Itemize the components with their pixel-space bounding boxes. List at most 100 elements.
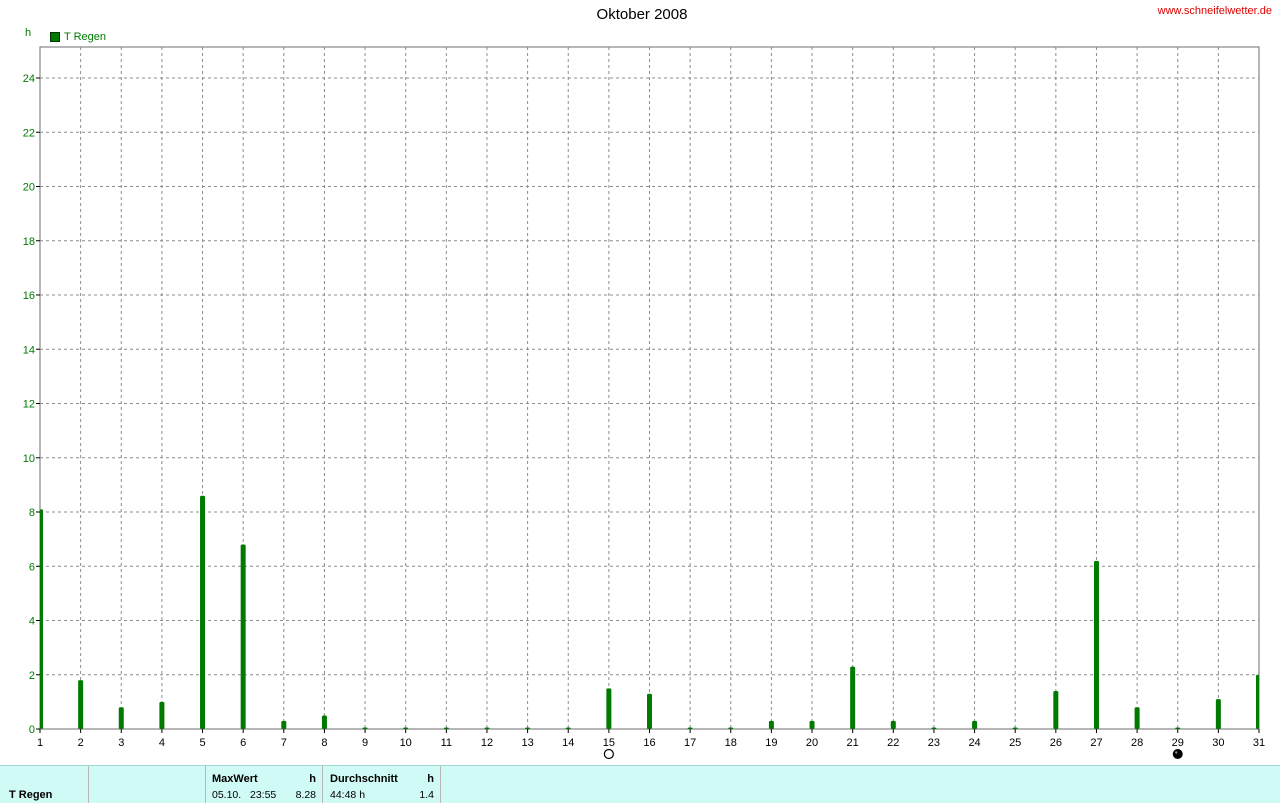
moon-phase-markers <box>603 748 1183 760</box>
x-tick-label: 7 <box>281 737 287 749</box>
avg-header: Durchschnitt <box>330 773 398 785</box>
x-tick-label: 29 <box>1172 737 1184 749</box>
max-unit: h <box>309 773 316 785</box>
y-tick-label: 16 <box>23 290 35 302</box>
bar-day-16 <box>647 693 652 729</box>
x-tick-label: 28 <box>1131 737 1143 749</box>
avg-total: 44:48 h <box>330 789 366 801</box>
avg-unit: h <box>427 773 434 785</box>
bar-day-17 <box>687 727 693 729</box>
bar-day-26 <box>1053 691 1059 729</box>
x-tick-label: 27 <box>1090 737 1102 749</box>
site-link[interactable]: www.schneifelwetter.de <box>1158 5 1272 17</box>
x-axis-ticks: 1 2 3 4 5 6 7 8 9 10 11 12 13 14 15 16 17 18 19 20 21 22 23 24 2… <box>37 729 1265 749</box>
x-tick-label: 11 <box>441 737 452 749</box>
bar-day-12 <box>484 727 490 729</box>
y-tick-label: 20 <box>23 182 35 194</box>
x-tick-label: 15 <box>603 737 615 749</box>
x-tick-label: 4 <box>159 737 165 749</box>
bar-day-29 <box>1175 727 1181 729</box>
bar-day-2 <box>78 680 84 729</box>
x-tick-label: 5 <box>199 737 205 749</box>
moon-disc <box>1172 749 1183 759</box>
bar-day-7 <box>281 720 287 729</box>
y-axis-unit-label: h <box>25 27 32 39</box>
bar-day-4 <box>159 701 165 729</box>
x-tick-label: 24 <box>968 737 980 749</box>
max-date: 05.10. <box>212 789 242 801</box>
moon-outline <box>603 748 614 760</box>
bar-day-22 <box>890 720 896 729</box>
chart-title: Oktober 2008 <box>596 6 688 23</box>
bar-day-3 <box>118 707 124 729</box>
bar-day-8 <box>321 715 327 729</box>
x-tick-label: 2 <box>78 737 84 749</box>
stats-cell-series: T Regen <box>0 766 89 803</box>
full-moon-icon <box>603 748 614 760</box>
x-tick-label: 18 <box>725 737 737 749</box>
stats-cell-max: MaxWert h 05.10. 23:55 8.28 <box>206 766 323 803</box>
bar-day-24 <box>972 720 978 729</box>
x-tick-label: 17 <box>684 737 696 749</box>
y-tick-label: 2 <box>29 670 35 682</box>
y-tick-label: 22 <box>23 127 35 139</box>
x-tick-label: 25 <box>1009 737 1021 749</box>
x-tick-label: 20 <box>806 737 818 749</box>
y-tick-label: 8 <box>29 507 35 519</box>
y-tick-label: 24 <box>23 73 35 85</box>
x-tick-label: 19 <box>765 737 777 749</box>
x-tick-label: 21 <box>847 737 859 749</box>
x-tick-label: 31 <box>1253 737 1265 749</box>
y-tick-label: 4 <box>29 616 35 628</box>
bar-day-9 <box>362 727 368 729</box>
x-tick-label: 1 <box>37 737 43 749</box>
x-tick-label: 3 <box>118 737 124 749</box>
x-tick-label: 9 <box>362 737 368 749</box>
legend-swatch <box>50 32 60 42</box>
bar-day-25 <box>1012 727 1018 729</box>
x-tick-label: 23 <box>928 737 940 749</box>
x-tick-label: 13 <box>521 737 533 749</box>
stats-panel: T Regen MaxWert h 05.10. 23:55 8.28 Durc… <box>0 765 1280 803</box>
bar-day-21 <box>850 666 856 729</box>
legend: T Regen <box>50 31 106 43</box>
y-tick-label: 12 <box>23 399 35 411</box>
x-tick-label: 6 <box>240 737 246 749</box>
bar-day-6 <box>240 544 246 729</box>
bar-day-10 <box>403 727 409 729</box>
y-tick-label: 0 <box>29 724 35 736</box>
legend-label: T Regen <box>64 31 106 43</box>
bar-day-31 <box>1256 674 1259 729</box>
stats-series-label: T Regen <box>9 789 53 801</box>
max-time: 23:55 <box>250 789 277 801</box>
y-axis-ticks: 024681012141618202224 <box>23 73 40 736</box>
x-tick-label: 14 <box>562 737 574 749</box>
y-tick-label: 10 <box>23 453 35 465</box>
x-tick-label: 26 <box>1050 737 1062 749</box>
y-tick-label: 6 <box>29 561 35 573</box>
moon-highlight <box>1175 751 1178 754</box>
stats-cell-avg: Durchschnitt h 44:48 h 1.4 <box>323 766 441 803</box>
x-tick-label: 22 <box>887 737 899 749</box>
bar-day-19 <box>768 720 774 729</box>
max-value: 8.28 <box>295 789 316 801</box>
bar-day-11 <box>443 727 449 729</box>
avg-value: 1.4 <box>419 789 434 801</box>
bar-day-30 <box>1215 699 1221 729</box>
stats-cell-spacer <box>89 766 206 803</box>
bar-day-15 <box>606 688 612 729</box>
x-tick-label: 10 <box>400 737 412 749</box>
bar-day-20 <box>809 720 815 729</box>
bar-day-27 <box>1093 560 1099 729</box>
bar-day-23 <box>931 727 937 729</box>
new-moon-icon <box>1172 749 1183 759</box>
bar-day-5 <box>200 495 206 729</box>
bar-day-18 <box>728 727 734 729</box>
x-tick-label: 8 <box>321 737 327 749</box>
bar-day-14 <box>565 727 571 729</box>
y-tick-label: 18 <box>23 236 35 248</box>
bar-day-13 <box>525 727 531 729</box>
bar-day-1 <box>40 509 43 729</box>
max-header: MaxWert <box>212 773 258 785</box>
bar-day-28 <box>1134 707 1140 729</box>
